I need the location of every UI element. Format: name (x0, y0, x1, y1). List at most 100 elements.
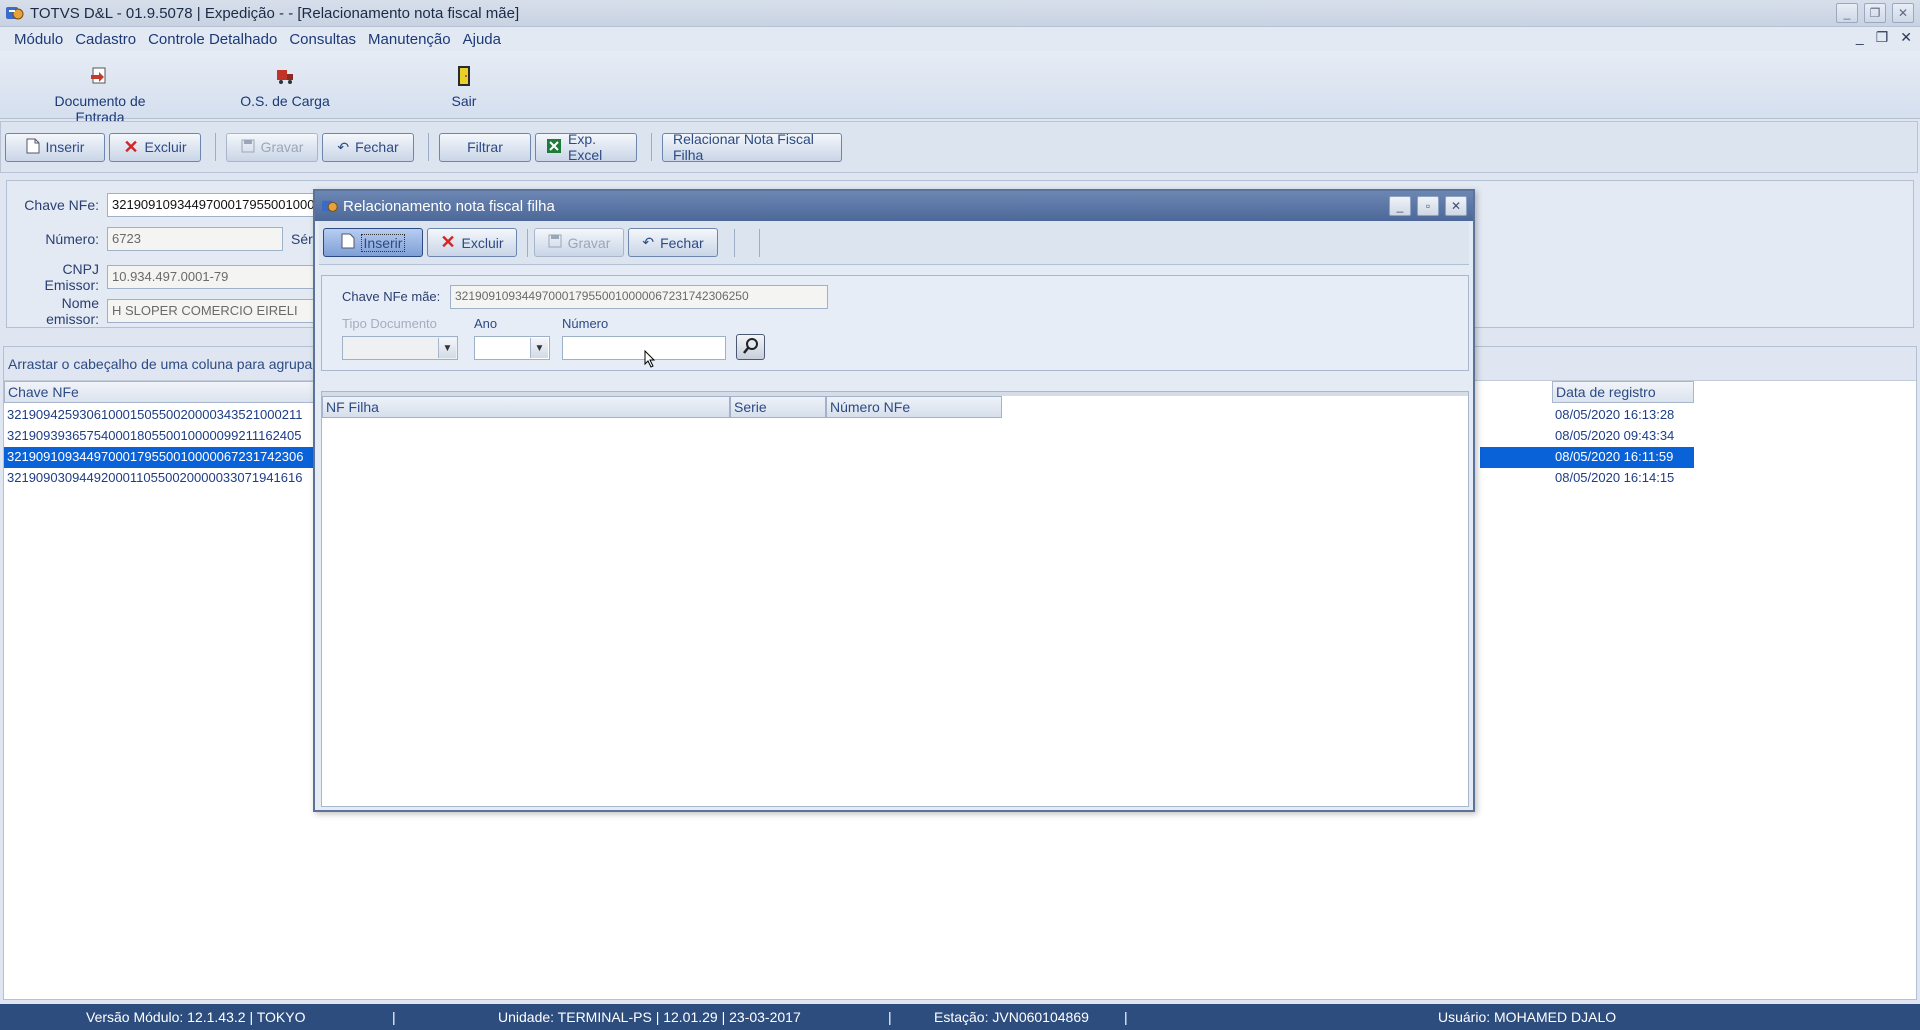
chevron-down-icon: ▼ (530, 338, 548, 358)
dialog-toolbar: Inserir ✕ Excluir Gravar ↶ Fechar (319, 221, 1469, 265)
mdi-restore-button[interactable]: ❐ (1876, 29, 1889, 46)
dialog-title-bar[interactable]: Relacionamento nota fiscal filha _ ▫ ✕ (315, 191, 1473, 221)
toolbar-separator (734, 228, 735, 257)
minimize-button[interactable]: _ (1836, 3, 1858, 23)
save-disk-icon (548, 234, 562, 251)
table-row-chave[interactable]: 3219090309449200011055002000003307194161… (4, 468, 314, 489)
column-header-serie[interactable]: Serie (730, 396, 826, 418)
menu-ajuda[interactable]: Ajuda (463, 31, 501, 48)
mdi-close-button[interactable]: ✕ (1900, 29, 1912, 46)
cnpj-emissor-field[interactable]: 10.934.497.0001-79 (107, 265, 317, 289)
table-row-chave-selected[interactable]: 3219091093449700017955001000006723174230… (4, 447, 314, 468)
quick-sair[interactable]: Sair (438, 65, 490, 109)
ano-label: Ano (474, 316, 498, 331)
status-separator: | (1124, 1009, 1128, 1025)
chave-mae-field[interactable]: 3219091093449700017955001000006723174230… (450, 285, 828, 309)
toolbar-separator (527, 228, 528, 257)
status-bar: Versão Módulo: 12.1.43.2 | TOKYO | Unida… (0, 1004, 1920, 1030)
insert-button[interactable]: Inserir (5, 132, 105, 162)
filter-button[interactable]: Filtrar (439, 132, 531, 162)
document-entry-icon (30, 65, 170, 87)
mouse-cursor-icon (644, 349, 656, 371)
dialog-close-form-button[interactable]: ↶ Fechar (628, 228, 718, 257)
toolbar-separator (759, 228, 760, 257)
title-bar: TOTVS D&L - 01.9.5078 | Expedição - - [R… (0, 0, 1920, 27)
window-title: TOTVS D&L - 01.9.5078 | Expedição - - [R… (30, 4, 520, 22)
undo-arrow-icon: ↶ (337, 138, 350, 155)
menu-manutencao[interactable]: Manutenção (368, 31, 451, 48)
chevron-down-icon: ▼ (438, 338, 456, 358)
table-row-data[interactable]: 08/05/2020 09:43:34 (1552, 426, 1694, 447)
save-button[interactable]: Gravar (226, 132, 318, 162)
menu-consultas[interactable]: Consultas (289, 31, 356, 48)
table-row-data[interactable]: 08/05/2020 16:13:28 (1552, 405, 1694, 426)
relate-child-invoice-button[interactable]: Relacionar Nota Fiscal Filha (662, 131, 842, 163)
undo-arrow-icon: ↶ (642, 234, 655, 250)
quick-os-carga[interactable]: O.S. de Carga (225, 65, 345, 109)
exit-door-icon (438, 65, 490, 87)
numero-field[interactable]: 6723 (107, 227, 283, 251)
child-invoice-grid: NF Filha Serie Número NFe (321, 391, 1469, 807)
numero-label: Número: (45, 231, 99, 247)
table-row-chave[interactable]: 3219093936575400018055001000009921116240… (4, 426, 314, 447)
export-excel-button[interactable]: Exp. Excel (535, 131, 637, 163)
toolbar-separator (651, 133, 652, 161)
status-versao: Versão Módulo: 12.1.43.2 | TOKYO (86, 1009, 306, 1025)
status-unidade: Unidade: TERMINAL-PS | 12.01.29 | 23-03-… (498, 1009, 801, 1025)
dialog-filter-form: Chave NFe mãe: 3219091093449700017955001… (321, 275, 1469, 371)
menu-cadastro[interactable]: Cadastro (75, 31, 136, 48)
ano-select[interactable]: ▼ (474, 336, 550, 360)
menu-bar: Módulo Cadastro Controle Detalhado Consu… (0, 27, 1920, 51)
table-row-selected-fill[interactable] (1480, 447, 1552, 468)
dialog-title: Relacionamento nota fiscal filha (343, 197, 555, 215)
dialog-close-button[interactable]: ✕ (1445, 196, 1467, 216)
new-document-icon (341, 233, 355, 252)
quick-label: Sair (451, 93, 477, 109)
mdi-minimize-button[interactable]: _ (1856, 29, 1864, 46)
column-header-chave[interactable]: Chave NFe (4, 381, 314, 403)
table-row-chave[interactable]: 3219094259306100015055002000034352100021… (4, 405, 314, 426)
chave-nfe-label: Chave NFe: (24, 197, 99, 213)
delete-x-icon: ✕ (440, 232, 456, 252)
status-estacao: Estação: JVN060104869 (934, 1009, 1089, 1025)
nome-emissor-label: Nome emissor: (46, 295, 99, 327)
status-separator: | (888, 1009, 892, 1025)
serie-label: Sér (291, 231, 313, 247)
column-header-data-registro[interactable]: Data de registro (1552, 381, 1694, 403)
app-logo-icon (4, 3, 26, 23)
dialog-save-button[interactable]: Gravar (534, 228, 624, 257)
close-form-button[interactable]: ↶ Fechar (322, 132, 414, 162)
toolbar-separator (215, 133, 216, 161)
search-icon (742, 337, 760, 358)
dialog-delete-button[interactable]: ✕ Excluir (427, 228, 517, 257)
dialog-maximize-button[interactable]: ▫ (1417, 196, 1439, 216)
quick-label: O.S. de Carga (240, 93, 330, 109)
dialog-minimize-button[interactable]: _ (1389, 196, 1411, 216)
table-row-data-selected[interactable]: 08/05/2020 16:11:59 (1552, 447, 1694, 468)
table-row-data[interactable]: 08/05/2020 16:14:15 (1552, 468, 1694, 489)
save-disk-icon (241, 139, 255, 156)
delete-button[interactable]: ✕ Excluir (109, 132, 201, 162)
main-toolbar: Inserir ✕ Excluir Gravar ↶ Fechar Filtra… (0, 121, 1918, 173)
new-document-icon (26, 138, 40, 157)
chave-mae-label: Chave NFe mãe: (342, 289, 441, 304)
delete-x-icon: ✕ (123, 136, 139, 157)
close-button[interactable]: ✕ (1892, 3, 1914, 23)
numero-label: Número (562, 316, 609, 331)
dialog-insert-button[interactable]: Inserir (323, 228, 423, 257)
chave-nfe-field[interactable]: 32190910934497000179550010000 (107, 193, 317, 217)
toolbar-separator (428, 133, 429, 161)
menu-controle-detalhado[interactable]: Controle Detalhado (148, 31, 277, 48)
status-separator: | (392, 1009, 396, 1025)
nome-emissor-field[interactable]: H SLOPER COMERCIO EIRELI (107, 299, 317, 323)
tipo-documento-select[interactable]: ▼ (342, 336, 458, 360)
quick-documento-entrada[interactable]: Documento de Entrada (30, 65, 170, 125)
column-header-numero-nfe[interactable]: Número NFe (826, 396, 1002, 418)
menu-modulo[interactable]: Módulo (14, 31, 63, 48)
quick-launch-bar: Documento de Entrada O.S. de Carga Sair (0, 51, 1920, 125)
maximize-button[interactable]: ❐ (1864, 3, 1886, 23)
relate-child-invoice-dialog: Relacionamento nota fiscal filha _ ▫ ✕ I… (313, 189, 1475, 812)
column-header-nf-filha[interactable]: NF Filha (322, 396, 730, 418)
search-button[interactable] (736, 334, 765, 360)
cnpj-emissor-label: CNPJ Emissor: (44, 261, 99, 293)
